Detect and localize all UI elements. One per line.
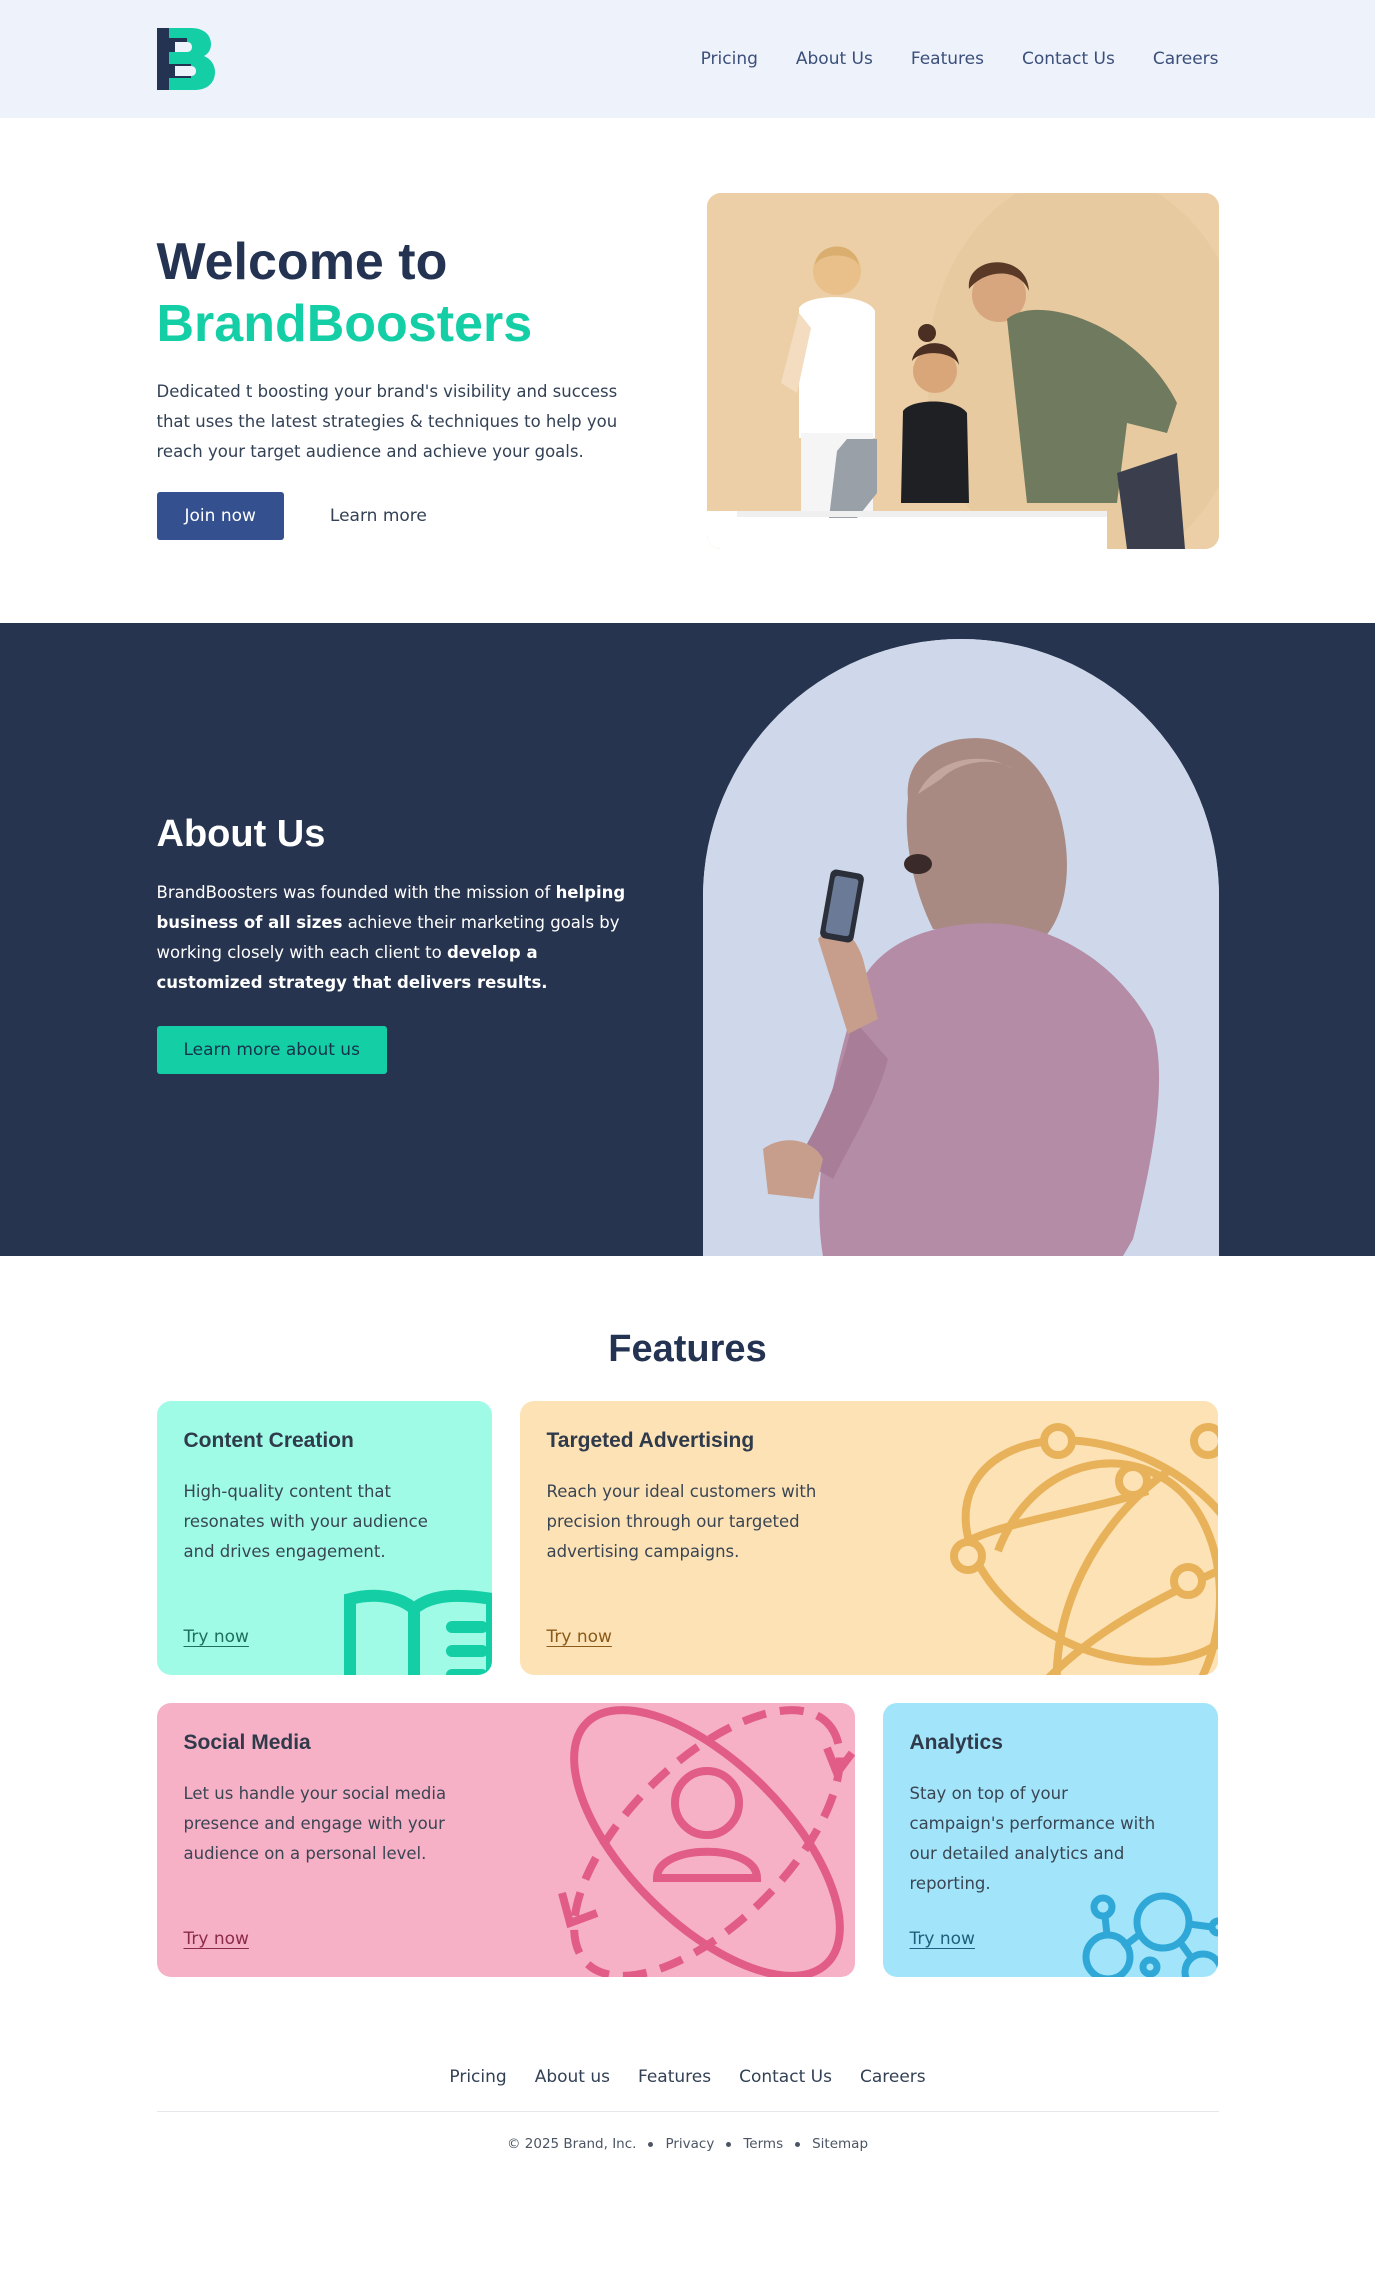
about-description: BrandBoosters was founded with the missi… bbox=[157, 878, 637, 998]
brand-logo[interactable] bbox=[156, 28, 219, 90]
try-now-link[interactable]: Try now bbox=[184, 1627, 249, 1647]
footer-link-about-us[interactable]: About us bbox=[535, 2067, 610, 2087]
learn-more-about-button[interactable]: Learn more about us bbox=[156, 1026, 387, 1074]
hero-title-line1: Welcome to bbox=[156, 233, 448, 291]
nav-careers[interactable]: Careers bbox=[1153, 49, 1219, 69]
sitemap-link[interactable]: Sitemap bbox=[812, 2136, 868, 2152]
terms-link[interactable]: Terms bbox=[743, 2136, 783, 2152]
footer-link-pricing[interactable]: Pricing bbox=[449, 2067, 506, 2087]
about-desc-part1: BrandBoosters was founded with the missi… bbox=[156, 883, 556, 902]
card-description: Stay on top of your campaign's performan… bbox=[909, 1784, 1156, 1893]
copyright-text: © 2025 Brand, Inc. bbox=[506, 2136, 637, 2152]
hero-title: Welcome to BrandBoosters bbox=[157, 231, 627, 355]
footer-link-contact-us[interactable]: Contact Us bbox=[739, 2067, 832, 2087]
footer-link-careers[interactable]: Careers bbox=[860, 2067, 926, 2087]
about-section: About Us BrandBoosters was founded with … bbox=[0, 623, 1375, 1256]
try-now-link[interactable]: Try now bbox=[910, 1929, 975, 1949]
nav-contact-us[interactable]: Contact Us bbox=[1022, 49, 1115, 69]
card-title: Social Media bbox=[183, 1731, 311, 1754]
learn-more-link[interactable]: Learn more bbox=[330, 506, 427, 526]
card-title: Targeted Advertising bbox=[546, 1429, 755, 1452]
hero-description: Dedicated t boosting your brand's visibi… bbox=[156, 382, 618, 461]
features-section: Features Content Creation High-quality c… bbox=[0, 1256, 1375, 1977]
about-arch-photo bbox=[702, 639, 1219, 1256]
separator-dot bbox=[726, 2141, 732, 2147]
footer-bottom: © 2025 Brand, Inc. Privacy Terms Sitemap bbox=[157, 2112, 1219, 2212]
hero-title-brand: BrandBoosters bbox=[156, 295, 533, 353]
card-description: High-quality content that resonates with… bbox=[183, 1482, 428, 1561]
site-header: Pricing About Us Features Contact Us Car… bbox=[0, 0, 1375, 118]
footer-link-features[interactable]: Features bbox=[638, 2067, 711, 2087]
nav-pricing[interactable]: Pricing bbox=[701, 49, 758, 69]
feature-card-content-creation: Content Creation High-quality content th… bbox=[156, 1401, 492, 1675]
nav-features[interactable]: Features bbox=[911, 49, 984, 69]
try-now-link[interactable]: Try now bbox=[547, 1627, 612, 1647]
hero-section: Welcome to BrandBoosters Dedicated t boo… bbox=[0, 118, 1375, 623]
main-nav: Pricing About Us Features Contact Us Car… bbox=[701, 49, 1219, 69]
site-footer: Pricing About us Features Contact Us Car… bbox=[156, 2067, 1219, 2212]
card-description: Reach your ideal customers with precisio… bbox=[546, 1482, 817, 1561]
nav-about-us[interactable]: About Us bbox=[796, 49, 873, 69]
card-title: Content Creation bbox=[183, 1429, 354, 1452]
separator-dot bbox=[795, 2141, 801, 2147]
feature-card-analytics: Analytics Stay on top of your campaign's… bbox=[882, 1703, 1218, 1977]
hero-text: Welcome to BrandBoosters Dedicated t boo… bbox=[156, 193, 627, 540]
about-text: About Us BrandBoosters was founded with … bbox=[156, 813, 637, 1074]
card-title: Analytics bbox=[909, 1731, 1003, 1754]
feature-card-targeted-advertising: Targeted Advertising Reach your ideal cu… bbox=[519, 1401, 1218, 1675]
features-grid: Content Creation High-quality content th… bbox=[156, 1401, 1219, 1977]
separator-dot bbox=[648, 2141, 654, 2147]
feature-card-social-media: Social Media Let us handle your social m… bbox=[156, 1703, 855, 1977]
book-icon bbox=[343, 1589, 492, 1675]
about-title: About Us bbox=[156, 813, 326, 855]
join-now-button[interactable]: Join now bbox=[156, 492, 284, 540]
privacy-link[interactable]: Privacy bbox=[665, 2136, 714, 2152]
try-now-link[interactable]: Try now bbox=[184, 1929, 249, 1949]
hero-team-photo bbox=[706, 193, 1219, 549]
features-title: Features bbox=[608, 1328, 767, 1370]
card-description: Let us handle your social media presence… bbox=[183, 1784, 447, 1863]
footer-nav: Pricing About us Features Contact Us Car… bbox=[156, 2067, 1219, 2112]
